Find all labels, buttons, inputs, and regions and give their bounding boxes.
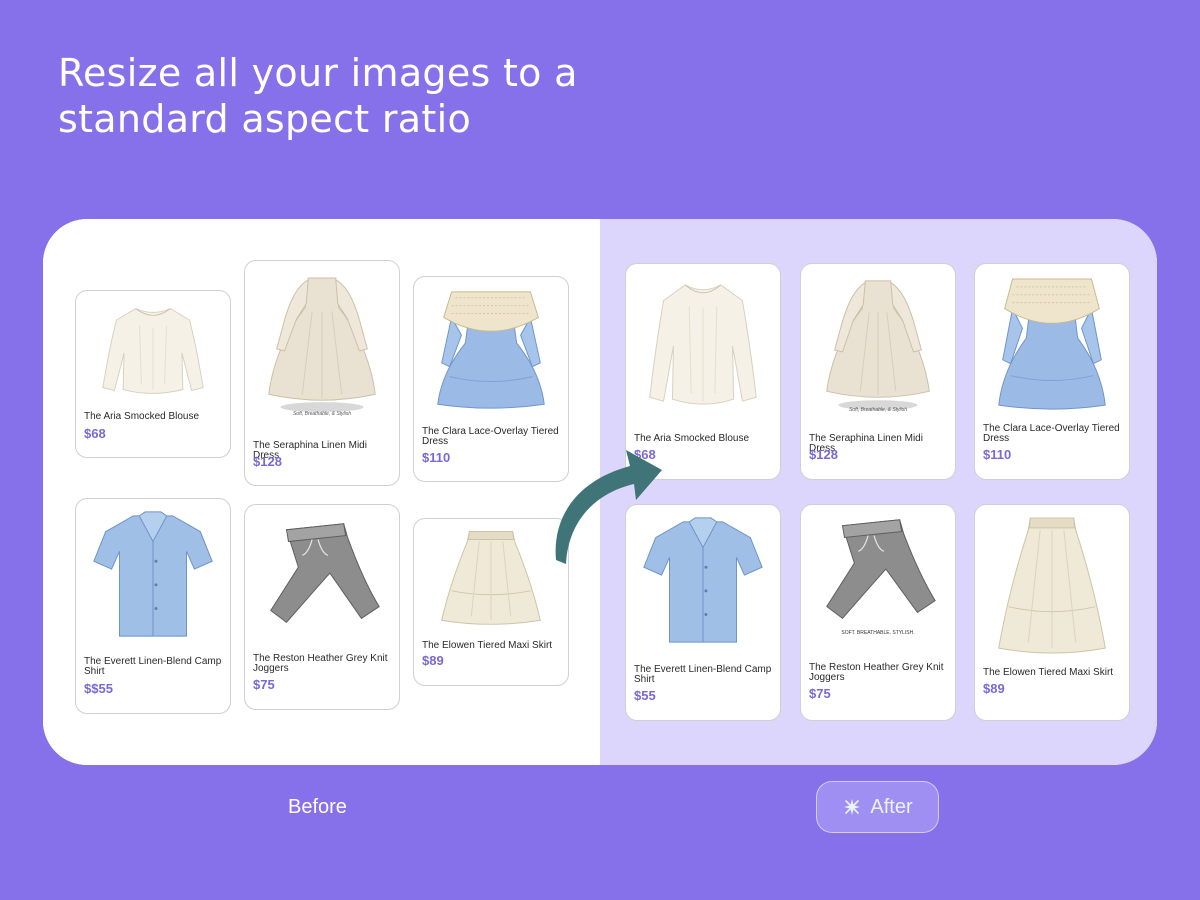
product-name: The Clara Lace-Overlay Tiered Dress [983, 423, 1120, 444]
after-button[interactable]: After [816, 781, 939, 833]
product-image-cream-dress [809, 270, 947, 420]
product-name: The Reston Heather Grey Knit Joggers [809, 662, 944, 683]
product-card[interactable]: The Aria Smocked Blouse $68 [75, 290, 231, 458]
product-name: The Elowen Tiered Maxi Skirt [983, 667, 1114, 678]
product-price: $89 [983, 681, 1005, 696]
product-card[interactable]: Soft, Breathable, & Stylish The Seraphin… [244, 260, 400, 486]
before-pane: The Aria Smocked Blouse $68 Soft, Breath… [43, 219, 600, 765]
product-image-grey-joggers [253, 511, 391, 645]
product-image-blue-lace-dress [422, 283, 560, 415]
product-name: The Aria Smocked Blouse [84, 411, 200, 422]
product-price: $55 [634, 688, 656, 703]
headline-line-2: standard aspect ratio [58, 97, 471, 141]
product-card[interactable]: The Elowen Tiered Maxi Skirt $89 [974, 504, 1130, 721]
product-image-cream-blouse [84, 297, 222, 403]
product-price: $110 [422, 450, 451, 465]
product-price: $$55 [84, 681, 113, 696]
transform-arrow-icon [548, 440, 668, 570]
image-caption: Soft, Breathable, & Stylish [292, 411, 352, 417]
product-price: $75 [253, 677, 275, 692]
product-card[interactable]: The Reston Heather Grey Knit Joggers $75 [244, 504, 400, 710]
product-image-grey-joggers [809, 511, 947, 635]
after-button-label: After [870, 795, 913, 818]
product-price: $128 [809, 447, 838, 462]
product-image-cream-skirt [983, 511, 1121, 661]
product-price: $110 [983, 447, 1012, 462]
image-caption: Soft, Breathable, & Stylish [848, 407, 908, 413]
product-name: The Everett Linen-Blend Camp Shirt [634, 664, 772, 685]
product-name: The Elowen Tiered Maxi Skirt [422, 640, 553, 651]
product-card[interactable]: Soft, Breathable, & Stylish The Seraphin… [800, 263, 956, 480]
product-price: $68 [84, 426, 106, 441]
product-price: $75 [809, 686, 831, 701]
product-card[interactable]: The Everett Linen-Blend Camp Shirt $$55 [75, 498, 231, 714]
image-caption: SOFT. BREATHABLE. STYLISH. [841, 630, 915, 636]
product-name: The Everett Linen-Blend Camp Shirt [84, 656, 222, 677]
product-card[interactable]: The Clara Lace-Overlay Tiered Dress $110 [974, 263, 1130, 480]
product-card[interactable]: The Elowen Tiered Maxi Skirt $89 [413, 518, 569, 686]
product-name: The Reston Heather Grey Knit Joggers [253, 653, 388, 674]
page-headline: Resize all your images to a standard asp… [58, 50, 698, 142]
before-label: Before [288, 796, 347, 818]
headline-line-1: Resize all your images to a [58, 51, 578, 95]
product-name: The Clara Lace-Overlay Tiered Dress [422, 426, 559, 447]
after-pane: The Aria Smocked Blouse $68 Soft, Breath… [600, 219, 1157, 765]
product-image-cream-blouse [634, 270, 772, 420]
product-card[interactable]: SOFT. BREATHABLE. STYLISH. The Reston He… [800, 504, 956, 721]
product-image-cream-dress [253, 267, 391, 423]
product-price: $89 [422, 653, 444, 668]
product-price: $128 [253, 454, 282, 469]
product-image-cream-skirt [422, 525, 560, 629]
product-image-blue-shirt [84, 505, 222, 647]
product-card[interactable]: The Clara Lace-Overlay Tiered Dress $110 [413, 276, 569, 482]
product-image-blue-lace-dress [983, 270, 1121, 420]
sparkle-icon [842, 797, 862, 817]
